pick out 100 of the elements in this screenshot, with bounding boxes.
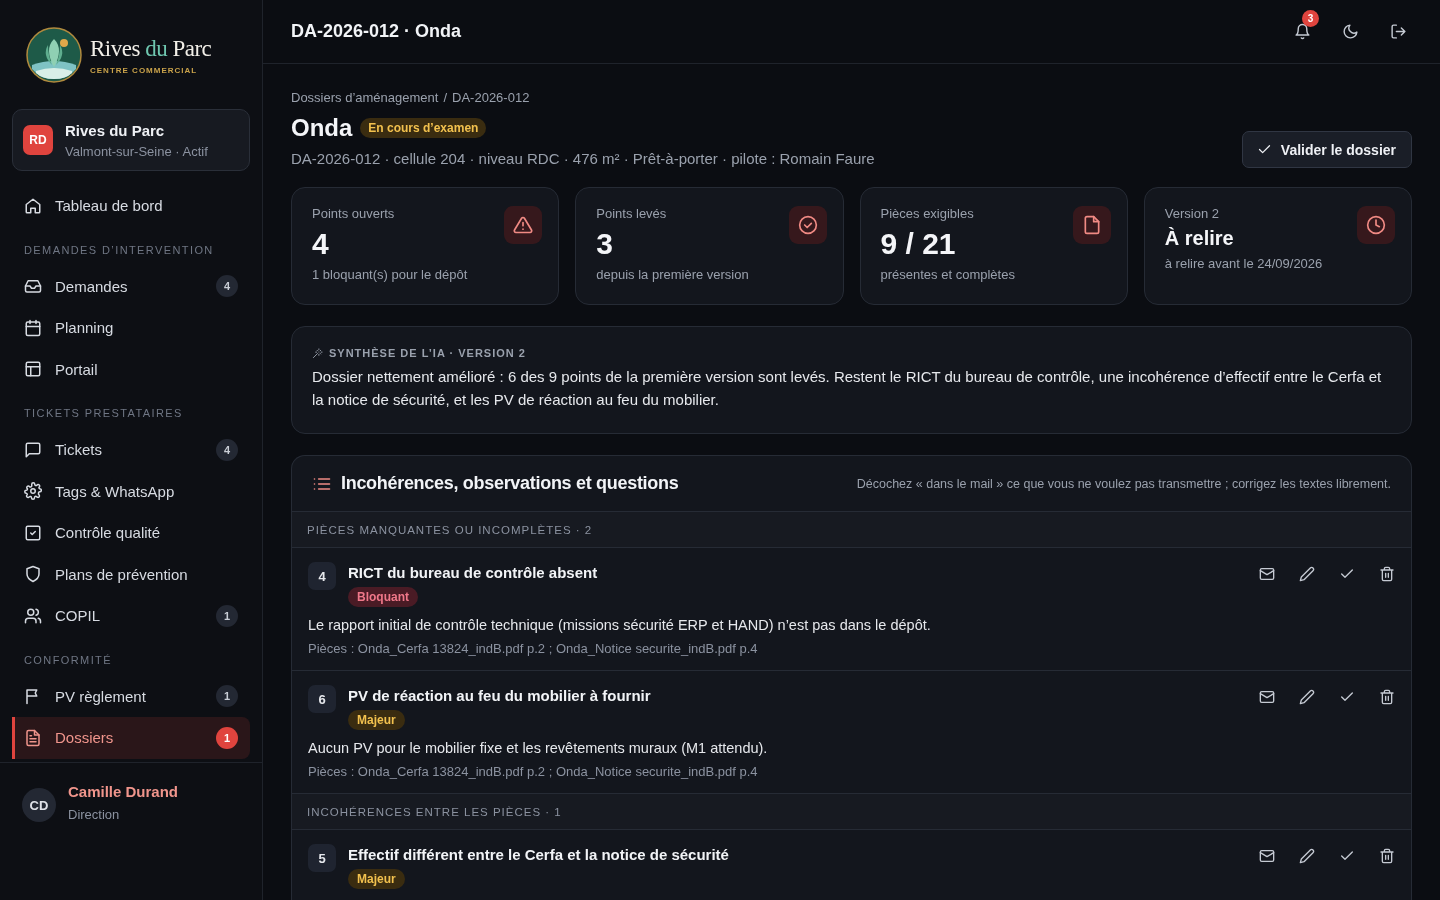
stat-value: 4: [312, 227, 330, 261]
severity-badge: Bloquant: [348, 587, 418, 607]
shield-icon: [24, 565, 42, 584]
panel-title: Incohérences, observations et questions: [341, 473, 680, 494]
check-circle-icon: [797, 215, 818, 235]
clock-icon: [1366, 215, 1386, 235]
sidebar-section-title: CONFORMITÉ: [23, 652, 113, 668]
sidebar-item[interactable]: Tableau de bord: [12, 185, 250, 227]
sidebar-section-title: TICKETS PRESTATAIRES: [23, 406, 184, 421]
issue-pieces: Pièces : Onda_Cerfa 13824_indB.pdf p.2 ; Onda_Notice securite_indB.pdf p.4: [308, 764, 759, 779]
mail-icon: [1259, 566, 1275, 582]
inbox-icon: [24, 277, 42, 296]
mail-icon: [1259, 689, 1275, 705]
stat-label: Version 2: [1164, 206, 1220, 221]
site-card[interactable]: RD Rives du Parc Valmont-sur-Seine · Actif: [12, 109, 250, 171]
severity-badge: Majeur: [348, 710, 405, 730]
issue-description: Aucun PV pour le mobilier fixe et les revêtements muraux (M1 attendu).: [308, 740, 769, 756]
chat-icon: [24, 440, 42, 459]
validate-button[interactable]: Valider le dossier: [1241, 131, 1412, 168]
sidebar-item[interactable]: Plans de prévention: [12, 553, 250, 595]
pencil-action[interactable]: [1299, 566, 1315, 582]
sidebar-item[interactable]: Contrôle qualité: [12, 512, 250, 554]
mail-action[interactable]: [1259, 689, 1275, 705]
group-header: INCOHÉRENCES ENTRE LES PIÈCES · 1: [292, 794, 1411, 830]
document-icon: [24, 728, 42, 747]
logo-tagline: CENTRE COMMERCIAL: [90, 65, 199, 75]
stat-note: présentes et complètes: [880, 267, 1016, 282]
issue-title: Effectif différent entre le Cerfa et la notice de sécurité: [348, 846, 730, 863]
users-icon: [24, 606, 42, 625]
sidebar-section-title: DEMANDES D’INTERVENTION: [23, 242, 215, 258]
sidebar-item[interactable]: PV règlement 1: [12, 675, 250, 717]
sidebar-item[interactable]: Demandes 4: [12, 265, 250, 307]
issue-number: 6: [308, 685, 336, 713]
trash-icon: [1379, 689, 1395, 705]
breadcrumb-link[interactable]: Dossiers d’aménagement: [291, 90, 439, 105]
logo-icon: [26, 27, 82, 83]
logout-icon: [1389, 23, 1407, 40]
sidebar-item[interactable]: COPIL 1: [12, 595, 250, 637]
user-avatar: CD: [22, 788, 56, 822]
count-badge: 4: [216, 275, 238, 298]
site-avatar: RD: [23, 125, 53, 155]
mail-icon: [1259, 848, 1275, 864]
home-icon: [24, 196, 42, 215]
summary-text: Dossier nettement amélioré : 6 des 9 points de la première version sont levés. Restent le RICT du bureau de contrôle, une incohérence d’effectif entre le Cerfa et la notice de sécurité, et les PV de réaction au feu du mobilier.: [312, 367, 1383, 410]
sidebar-item[interactable]: Tags & WhatsApp: [12, 470, 250, 512]
stat-value: 3: [596, 227, 614, 261]
calendar-icon: [24, 318, 42, 337]
trash-icon: [1379, 566, 1395, 582]
stat-note: depuis la première version: [596, 267, 750, 282]
notification-badge: 3: [1302, 9, 1319, 27]
page-title: DA-2026-012 · Onda: [291, 21, 463, 42]
mail-action[interactable]: [1259, 566, 1275, 582]
summary-title: SYNTHÈSE DE L’IA · VERSION 2: [329, 347, 526, 359]
dossier-meta: DA-2026-012 · cellule 204 · niveau RDC · 476 m² · Prêt-à-porter · pilote : Romain Faure: [291, 150, 876, 167]
sidebar-item[interactable]: Dossiers 1: [12, 717, 250, 759]
sidebar-item[interactable]: Portail: [12, 348, 250, 390]
trash-action[interactable]: [1379, 848, 1395, 864]
pencil-icon: [1299, 689, 1315, 705]
stat-note: 1 bloquant(s) pour le dépôt: [312, 267, 469, 282]
group-header: PIÈCES MANQUANTES OU INCOMPLÈTES · 2: [292, 512, 1411, 548]
logo-text: Rives du Parc: [90, 35, 212, 62]
trash-action[interactable]: [1379, 566, 1395, 582]
stat-label: Points ouverts: [312, 206, 396, 221]
count-badge: 1: [216, 726, 238, 749]
issue-number: 4: [308, 562, 336, 590]
issue-title: RICT du bureau de contrôle absent: [348, 564, 599, 581]
trash-action[interactable]: [1379, 689, 1395, 705]
pencil-icon: [1299, 566, 1315, 582]
moon-icon: [1341, 23, 1359, 40]
dossier-name: Onda: [291, 114, 353, 142]
pencil-icon: [1299, 848, 1315, 864]
site-name: Rives du Parc: [65, 121, 166, 139]
stat-value: À relire: [1164, 226, 1235, 250]
issue-title: PV de réaction au feu du mobilier à fournir: [348, 687, 652, 704]
pencil-action[interactable]: [1299, 848, 1315, 864]
user-role: Direction: [68, 807, 121, 822]
stat-note: à relire avant le 24/09/2026: [1164, 256, 1324, 271]
site-subtitle: Valmont-sur-Seine · Actif: [65, 143, 208, 159]
stat-label: Pièces exigibles: [880, 206, 975, 221]
breadcrumb-separator: /: [443, 90, 448, 105]
sidebar-item[interactable]: Planning: [12, 307, 250, 349]
issue-number: 5: [308, 844, 336, 872]
sparkle-icon: [312, 347, 323, 359]
stat-value: 9 / 21: [880, 227, 957, 261]
mail-action[interactable]: [1259, 848, 1275, 864]
warning-icon: [513, 215, 534, 235]
checkbox-icon: [24, 523, 42, 542]
stat-label: Points levés: [596, 206, 668, 221]
count-badge: 1: [216, 685, 238, 708]
status-badge: En cours d’examen: [360, 118, 487, 138]
layout-icon: [24, 360, 42, 379]
issue-description: Le rapport initial de contrôle technique (missions sécurité ERP et HAND) n’est pas dans le dépôt.: [308, 617, 932, 633]
user-name: Camille Durand: [68, 783, 179, 800]
panel-hint: Décochez « dans le mail » ce que vous ne voulez pas transmettre ; corrigez les textes librement.: [856, 476, 1391, 491]
sidebar-item[interactable]: Tickets 4: [12, 429, 250, 471]
issue-pieces: Pièces : Onda_Cerfa 13824_indB.pdf p.2 ; Onda_Notice securite_indB.pdf p.4: [308, 641, 759, 656]
count-badge: 1: [216, 604, 238, 627]
notifications-button[interactable]: 3: [1285, 9, 1319, 46]
bell-icon: [1293, 23, 1311, 40]
pencil-action[interactable]: [1299, 689, 1315, 705]
